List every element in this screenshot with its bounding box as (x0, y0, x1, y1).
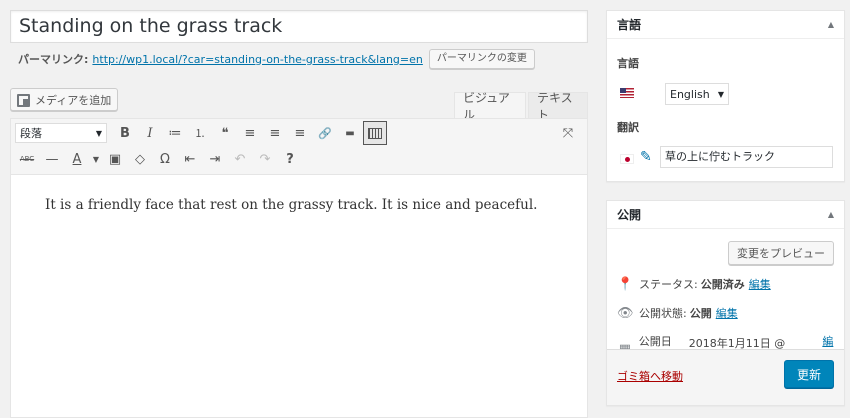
format-select[interactable]: 段落 ▼ (15, 123, 107, 143)
tab-visual[interactable]: ビジュアル (454, 91, 526, 122)
outdent-icon[interactable]: ⇤ (178, 147, 202, 171)
language-select[interactable]: English ▼ (665, 83, 729, 105)
special-character-icon[interactable]: Ω (153, 147, 177, 171)
bullet-list-icon[interactable]: ≔ (163, 121, 187, 145)
strikethrough-icon[interactable]: ABC (15, 147, 39, 171)
horizontal-line-icon[interactable]: — (40, 147, 64, 171)
publish-box-header[interactable]: 公開 ▲ (607, 201, 844, 229)
status-row: 📍 ステータス: 公開済み 編集 (617, 276, 771, 292)
status-edit-link[interactable]: 編集 (749, 276, 771, 292)
undo-icon[interactable]: ↶ (228, 147, 252, 171)
media-icon (17, 93, 31, 107)
toolbar-toggle-icon (368, 127, 382, 139)
move-to-trash-link[interactable]: ゴミ箱へ移動 (617, 368, 683, 384)
align-left-icon[interactable]: ≡ (238, 121, 262, 145)
preview-changes-button[interactable]: 変更をプレビュー (728, 241, 834, 265)
language-label: 言語 (617, 57, 639, 70)
text-color-icon[interactable]: A (65, 147, 89, 171)
visibility-row: 👁 公開状態: 公開 編集 (617, 305, 738, 321)
italic-button[interactable]: I (138, 121, 162, 145)
permalink-row: パーマリンク: http://wp1.local/?car=standing-o… (18, 48, 535, 70)
publish-footer: ゴミ箱へ移動 更新 (607, 349, 844, 405)
translation-input[interactable]: 草の上に佇むトラック (660, 146, 833, 168)
add-media-label: メディアを追加 (35, 93, 112, 107)
permalink-url-link[interactable]: http://wp1.local/?car=standing-on-the-gr… (92, 53, 422, 66)
numbered-list-icon[interactable]: ⒈ (188, 121, 212, 145)
language-box-header[interactable]: 言語 ▲ (607, 11, 844, 39)
permalink-label: パーマリンク: (18, 53, 89, 66)
bold-button[interactable]: B (113, 121, 137, 145)
us-flag-icon (620, 88, 634, 98)
indent-icon[interactable]: ⇥ (203, 147, 227, 171)
editor: 段落 ▼ B I ≔ ⒈ ❝ ≡ ≡ ≡ 🔗 ▬ ⤧ ABC — A ▼ ▣ ◇… (10, 118, 588, 418)
paste-text-icon[interactable]: ▣ (103, 147, 127, 171)
pin-icon: 📍 (617, 276, 634, 292)
align-right-icon[interactable]: ≡ (288, 121, 312, 145)
publish-box: 公開 ▲ 変更をプレビュー 📍 ステータス: 公開済み 編集 👁 公開状態: 公… (606, 200, 845, 406)
language-box-title: 言語 (617, 18, 642, 32)
fullscreen-icon[interactable]: ⤧ (557, 122, 579, 144)
update-button[interactable]: 更新 (783, 360, 834, 388)
help-icon[interactable]: ? (278, 147, 302, 171)
visibility-edit-link[interactable]: 編集 (716, 305, 738, 321)
editor-content[interactable]: It is a friendly face that rest on the g… (11, 175, 587, 235)
clear-formatting-icon[interactable]: ◇ (128, 147, 152, 171)
format-select-value: 段落 (20, 127, 42, 140)
status-value: 公開済み (700, 278, 745, 291)
blockquote-icon[interactable]: ❝ (213, 121, 237, 145)
redo-icon[interactable]: ↷ (253, 147, 277, 171)
add-media-button[interactable]: メディアを追加 (10, 88, 119, 111)
toolbar-row-2: ABC — A ▼ ▣ ◇ Ω ⇤ ⇥ ↶ ↷ ? (15, 146, 303, 172)
visibility-label: 公開状態: (639, 307, 687, 320)
editor-toolbar: 段落 ▼ B I ≔ ⒈ ❝ ≡ ≡ ≡ 🔗 ▬ ⤧ ABC — A ▼ ▣ ◇… (11, 119, 587, 175)
toolbar-row-1: 段落 ▼ B I ≔ ⒈ ❝ ≡ ≡ ≡ 🔗 ▬ (15, 120, 388, 146)
translations-label: 翻訳 (617, 121, 639, 134)
language-box: 言語 ▲ 言語 English ▼ 翻訳 ✎ 草の上に佇むトラック (606, 10, 845, 182)
chevron-down-icon: ▼ (95, 128, 102, 138)
title-input[interactable]: Standing on the grass track (10, 10, 588, 43)
publish-box-title: 公開 (617, 208, 642, 222)
jp-flag-icon (620, 154, 634, 164)
collapse-icon[interactable]: ▲ (828, 20, 834, 29)
read-more-icon[interactable]: ▬ (338, 121, 362, 145)
visibility-value: 公開 (689, 307, 712, 320)
link-icon[interactable]: 🔗 (313, 121, 337, 145)
pencil-icon[interactable]: ✎ (640, 149, 652, 165)
chevron-down-icon[interactable]: ▼ (90, 147, 102, 171)
align-center-icon[interactable]: ≡ (263, 121, 287, 145)
eye-icon: 👁 (617, 305, 634, 321)
language-select-value: English (670, 87, 710, 101)
toolbar-toggle-button[interactable] (363, 121, 387, 145)
collapse-icon[interactable]: ▲ (828, 210, 834, 219)
chevron-down-icon: ▼ (717, 89, 724, 99)
tab-text[interactable]: テキスト (528, 91, 588, 122)
permalink-edit-button[interactable]: パーマリンクの変更 (428, 49, 535, 69)
status-label: ステータス: (639, 278, 698, 291)
content-paragraph: It is a friendly face that rest on the g… (45, 197, 538, 213)
